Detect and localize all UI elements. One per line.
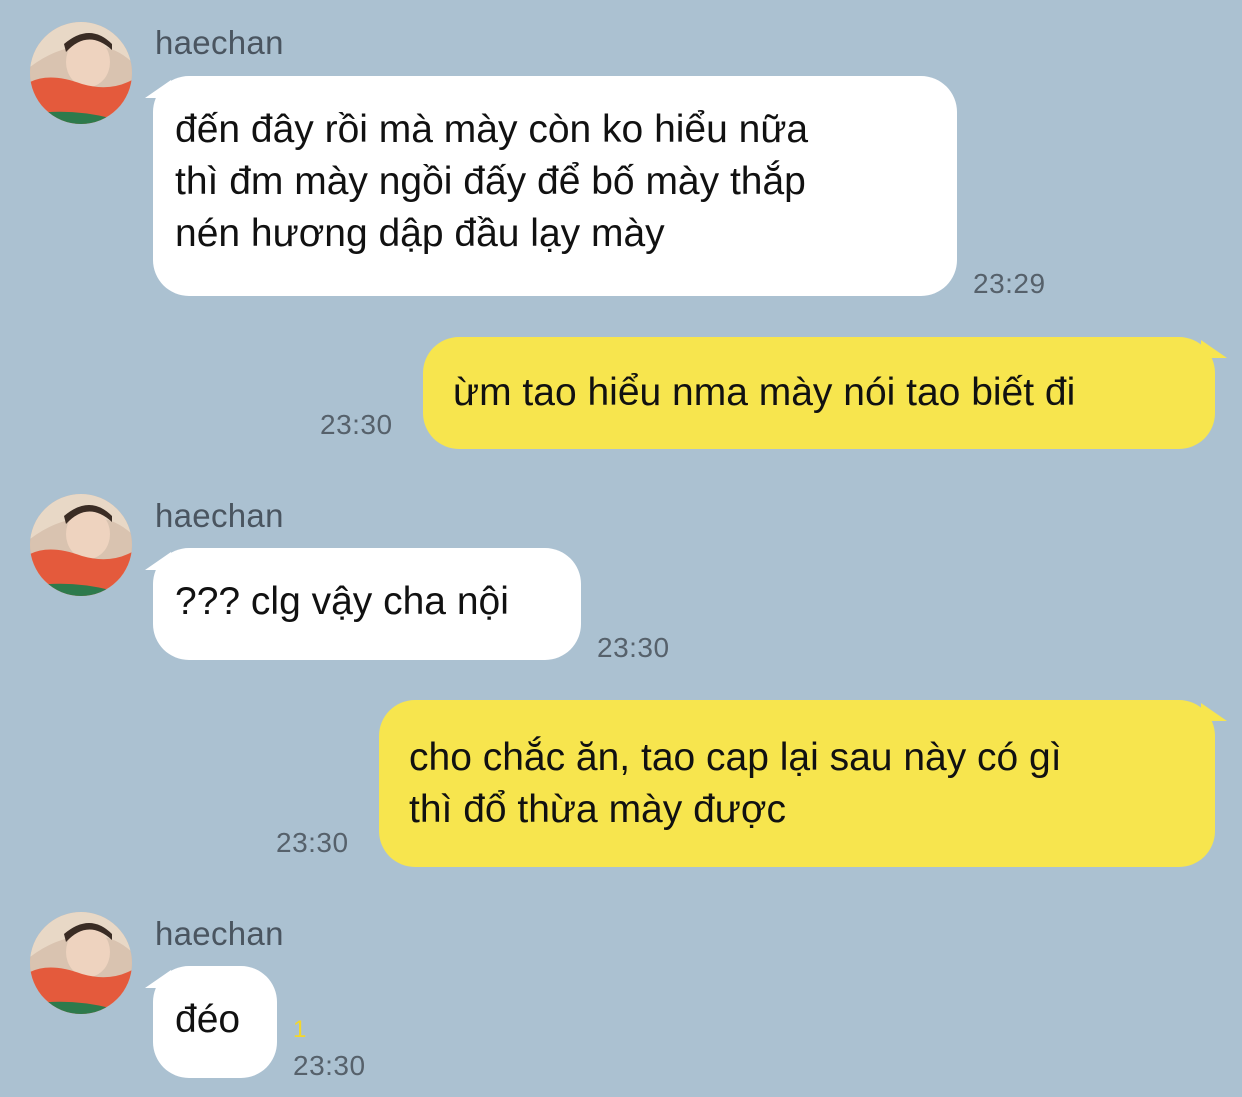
sender-name: haechan [155,915,284,952]
message-line: đến đây rồi mà mày còn ko hiểu nữa [175,108,809,151]
bubble-tail [1201,340,1227,358]
message-timestamp: 23:30 [597,632,670,663]
message-bubble-outgoing[interactable]: ừm tao hiểu nma mày nói tao biết đi [423,337,1215,449]
message-timestamp: 23:30 [320,409,393,440]
avatar[interactable] [30,912,132,1014]
message-timestamp: 23:30 [293,1050,366,1081]
message-line: cho chắc ăn, tao cap lại sau này có gì [409,736,1062,779]
message-bubble-outgoing[interactable]: cho chắc ăn, tao cap lại sau này có gì t… [379,700,1215,867]
message-timestamp: 23:30 [276,827,349,858]
sender-name: haechan [155,24,284,61]
message-bubble-incoming[interactable]: đến đây rồi mà mày còn ko hiểu nữa thì đ… [153,76,957,296]
message-timestamp: 23:29 [973,268,1046,299]
bubble-tail [1201,703,1227,721]
avatar[interactable] [30,494,132,596]
sender-name: haechan [155,497,284,534]
message-bubble-incoming[interactable]: ??? clg vậy cha nội [153,548,581,660]
message-line: đéo [175,998,241,1041]
message-line: thì đm mày ngồi đấy để bố mày thắp [175,160,806,203]
message-line: ??? clg vậy cha nội [175,580,509,623]
message-line: ừm tao hiểu nma mày nói tao biết đi [453,371,1076,414]
avatar[interactable] [30,22,132,124]
message-line: nén hương dập đầu lạy mày [175,212,665,255]
message-bubble-incoming[interactable]: đéo [153,966,277,1078]
message-line: thì đổ thừa mày được [409,788,786,831]
unread-count-badge: 1 [293,1016,307,1043]
